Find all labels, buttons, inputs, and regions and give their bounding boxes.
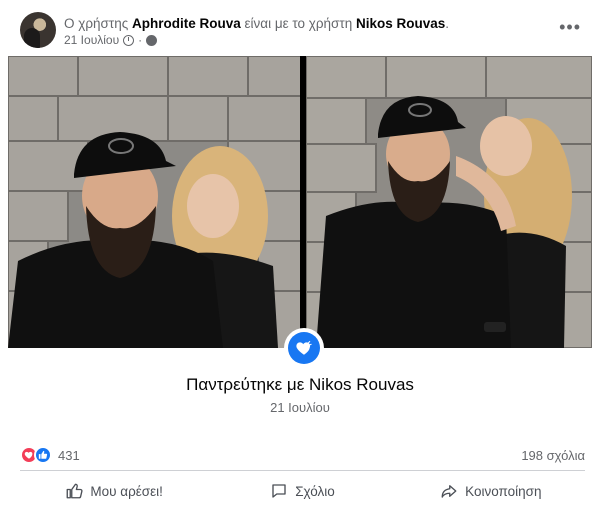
like-reaction-icon (34, 446, 52, 464)
header-suffix: . (445, 16, 450, 31)
post-stats: 431 198 σχόλια (20, 444, 585, 466)
photo-right[interactable] (306, 56, 592, 348)
heart-icon (288, 332, 320, 364)
post-actions: Μου αρέσει! Σχόλιο Κοινοποίηση (20, 474, 585, 508)
life-event-title: Παντρεύτηκε με Nikos Rouvas (186, 375, 414, 394)
post-meta: 21 Ιουλίου · (64, 33, 158, 47)
couple-photo-2 (306, 56, 592, 348)
reaction-count: 431 (58, 447, 80, 463)
reaction-summary[interactable]: 431 (20, 446, 80, 464)
comment-icon (272, 484, 286, 498)
header-middle: είναι με το χρήστη (244, 16, 353, 31)
share-button[interactable]: Κοινοποίηση (397, 474, 585, 508)
clock-icon (123, 34, 135, 46)
photo-grid (8, 56, 592, 348)
thumbs-up-icon (66, 483, 83, 499)
more-horizontal-icon: ••• (559, 17, 581, 37)
header-prefix: Ο χρήστης (64, 16, 129, 31)
life-event-badge (284, 328, 324, 368)
share-label: Κοινοποίηση (465, 483, 542, 499)
comment-count-link[interactable]: 198 σχόλια (521, 448, 585, 463)
tagged-name-link[interactable]: Nikos Rouvas (356, 16, 445, 31)
post-header: Ο χρήστης Aphrodite Rouva είναι με το χρ… (20, 12, 585, 50)
author-avatar[interactable] (20, 12, 56, 48)
post-header-text: Ο χρήστης Aphrodite Rouva είναι με το χρ… (64, 16, 449, 31)
post-card: Ο χρήστης Aphrodite Rouva είναι με το χρ… (0, 0, 600, 508)
like-label: Μου αρέσει! (90, 483, 163, 499)
couple-photo-1 (8, 56, 300, 348)
meta-separator: · (138, 33, 143, 47)
post-date-link[interactable]: 21 Ιουλίου (64, 33, 119, 47)
like-button[interactable]: Μου αρέσει! (20, 474, 208, 508)
more-options-button[interactable]: ••• (559, 18, 581, 36)
share-icon (441, 485, 457, 498)
author-name-link[interactable]: Aphrodite Rouva (132, 16, 241, 31)
divider (20, 470, 585, 471)
comment-button[interactable]: Σχόλιο (208, 474, 396, 508)
globe-icon[interactable] (146, 34, 158, 46)
life-event-date: 21 Ιουλίου (270, 400, 330, 415)
photo-left[interactable] (8, 56, 300, 348)
comment-label: Σχόλιο (295, 483, 335, 499)
